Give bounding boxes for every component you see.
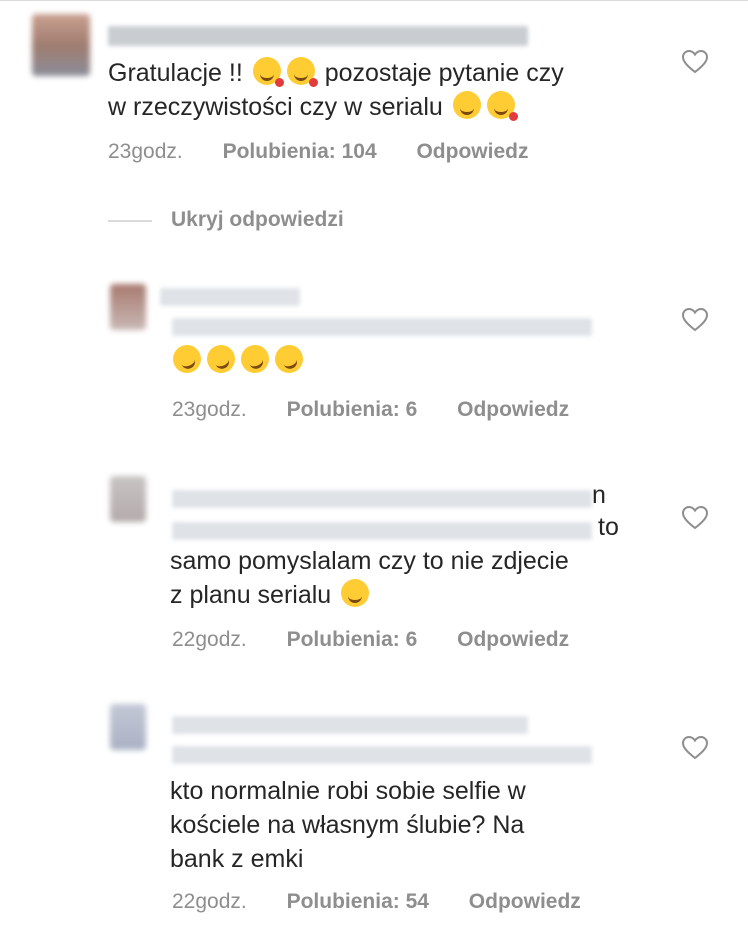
heart-icon[interactable] — [682, 308, 708, 332]
avatar[interactable] — [110, 476, 146, 522]
grinning-face-emoji — [452, 91, 481, 119]
comment-text-tail: to — [598, 513, 619, 541]
comment-text: Gratulacje !! pozostaje pytanie czy w rz… — [108, 57, 564, 121]
timestamp: 23godz. — [172, 398, 247, 421]
avatar[interactable] — [32, 14, 90, 76]
comment-text: samo pomyslalam czy to nie zdjecie z pla… — [170, 547, 569, 609]
kissing-face-emoji — [486, 91, 518, 121]
username-redacted[interactable] — [108, 26, 528, 46]
comment-text-redacted — [172, 318, 592, 336]
kissing-face-emoji — [286, 57, 318, 87]
likes-count[interactable]: Polubienia: 104 — [223, 140, 377, 163]
likes-count[interactable]: Polubienia: 6 — [287, 398, 418, 421]
reply-button[interactable]: Odpowiedz — [457, 398, 569, 421]
timestamp: 22godz. — [172, 890, 247, 913]
rofl-emoji — [203, 341, 239, 377]
rofl-emoji — [169, 341, 205, 377]
top-divider — [0, 0, 748, 1]
timestamp: 23godz. — [108, 140, 183, 163]
comment-meta: 22godz. Polubienia: 6 Odpowiedz — [172, 628, 603, 652]
heart-icon[interactable] — [682, 506, 708, 530]
likes-count[interactable]: Polubienia: 6 — [287, 628, 418, 651]
heart-icon[interactable] — [682, 736, 708, 760]
comment-text: kto normalnie robi sobie selfie w koście… — [170, 777, 526, 873]
hide-replies-button[interactable]: Ukryj odpowiedzi — [171, 208, 344, 232]
username-redacted[interactable] — [172, 716, 528, 734]
comment-text-tail: n — [592, 481, 606, 509]
reply-button[interactable]: Odpowiedz — [457, 628, 569, 651]
timestamp: 22godz. — [172, 628, 247, 651]
likes-count[interactable]: Polubienia: 54 — [287, 890, 429, 913]
hide-replies-line — [108, 220, 152, 222]
reply-button[interactable]: Odpowiedz — [469, 890, 581, 913]
comment-meta: 23godz. Polubienia: 104 Odpowiedz — [108, 140, 562, 164]
rofl-emoji — [271, 341, 307, 377]
avatar[interactable] — [110, 704, 146, 750]
heart-icon[interactable] — [682, 50, 708, 74]
comment-text-redacted — [172, 746, 592, 764]
comment-text-redacted — [172, 522, 592, 540]
username-redacted[interactable] — [160, 288, 300, 306]
kissing-face-emoji — [252, 57, 284, 87]
rofl-emoji — [237, 341, 273, 377]
comment-text — [169, 341, 307, 378]
reply-button[interactable]: Odpowiedz — [416, 140, 528, 163]
comment-meta: 22godz. Polubienia: 54 Odpowiedz — [172, 890, 615, 914]
comment-meta: 23godz. Polubienia: 6 Odpowiedz — [172, 398, 603, 422]
username-redacted[interactable] — [172, 490, 592, 508]
winking-face-emoji — [341, 579, 370, 607]
avatar[interactable] — [110, 284, 146, 330]
